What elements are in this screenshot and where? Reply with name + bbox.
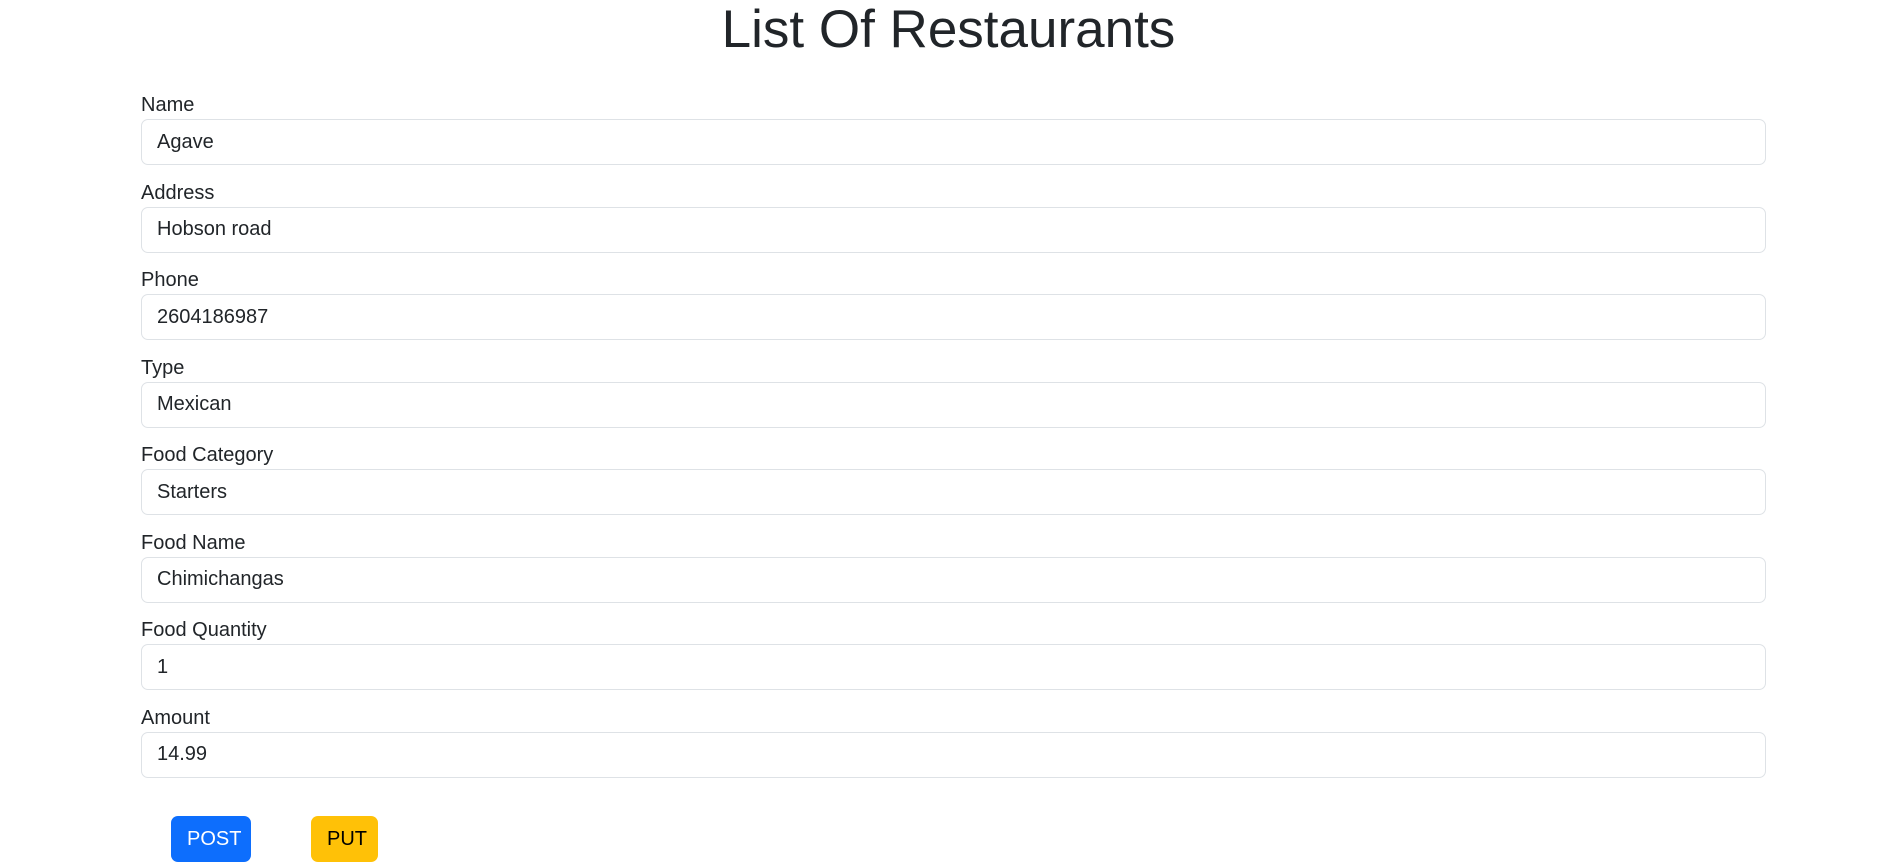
food-category-label: Food Category [141, 444, 274, 466]
put-button[interactable]: PUT [311, 816, 378, 862]
type-label: Type [141, 356, 185, 379]
type-input[interactable] [141, 381, 1766, 428]
page-title: List Of Restaurants [721, 0, 1176, 59]
food-name-input[interactable] [141, 556, 1766, 603]
amount-label: Amount [141, 706, 210, 729]
food-name-label: Food Name [141, 531, 246, 554]
field-amount: Amount [141, 705, 1766, 793]
field-type: Type [141, 355, 1766, 443]
field-food-quantity: Food Quantity [141, 617, 1766, 705]
field-phone: Phone [141, 267, 1766, 355]
field-food-name: Food Name [141, 530, 1766, 618]
address-label: Address [141, 181, 215, 204]
phone-input[interactable] [141, 294, 1766, 340]
page: List Of Restaurants Name Address Phone T… [0, 0, 1897, 863]
field-food-category: Food Category [141, 442, 1766, 530]
restaurant-form: Name Address Phone Type Food Category Fo… [141, 92, 1766, 792]
field-address: Address [141, 180, 1766, 268]
food-quantity-input[interactable] [141, 644, 1766, 690]
phone-label: Phone [141, 269, 199, 291]
food-quantity-label: Food Quantity [141, 619, 267, 641]
field-name: Name [141, 92, 1766, 180]
name-input[interactable] [141, 119, 1766, 165]
address-input[interactable] [141, 206, 1766, 253]
amount-input[interactable] [141, 731, 1766, 778]
name-label: Name [141, 94, 195, 116]
food-category-input[interactable] [141, 469, 1766, 515]
post-button[interactable]: POST [171, 816, 251, 862]
